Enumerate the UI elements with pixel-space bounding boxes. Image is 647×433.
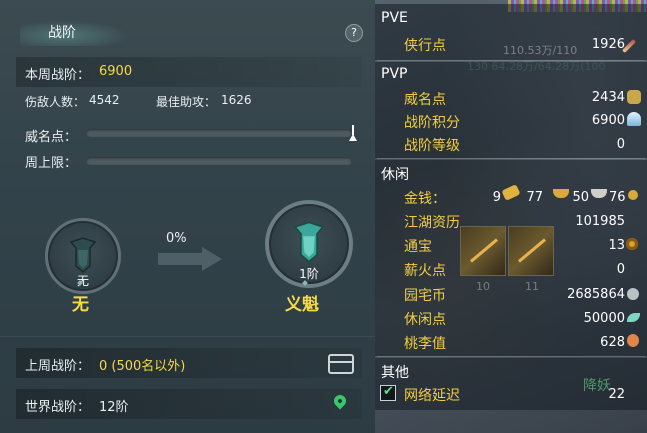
- fame-progress-bar: [86, 129, 352, 137]
- network-latency-checkbox[interactable]: ✔: [380, 384, 396, 401]
- check-icon: ✔: [383, 384, 394, 399]
- weekly-cap-bar: [86, 157, 352, 165]
- money-silver: 77: [526, 190, 543, 205]
- progress-percent: 0%: [166, 231, 187, 246]
- pvp-label-fame: 威名点: [404, 92, 446, 108]
- leisure-title: 休闲: [381, 167, 409, 183]
- leisure-value-tongbao: 13: [608, 238, 625, 253]
- rank-emblem-icon: [293, 221, 325, 264]
- last-week-value: 0 (500名以外): [99, 359, 186, 374]
- coin-icon: [626, 238, 638, 250]
- pvp-label-score: 战阶积分: [404, 115, 460, 131]
- panel-header: 战阶 ?: [0, 16, 375, 46]
- leisure-value-jianghu: 101985: [575, 214, 625, 229]
- pvp-title: PVP: [381, 66, 408, 82]
- skill-slot-11[interactable]: [508, 226, 554, 276]
- current-medal-level: 无: [76, 274, 89, 288]
- rank-emblem-icon: [69, 236, 97, 273]
- money-copper: 50: [572, 190, 589, 205]
- current-medal-name: 无: [72, 295, 89, 315]
- money-coin: 76: [609, 190, 626, 205]
- assist-label: 最佳助攻：: [156, 95, 217, 109]
- next-medal-name: 义魁: [285, 295, 319, 315]
- skill-slot-number: 10: [476, 280, 490, 293]
- reward-chest-icon[interactable]: [328, 354, 354, 374]
- crystal-icon: [627, 112, 641, 126]
- divider: [377, 356, 645, 357]
- pvp-value-level: 0: [616, 137, 625, 152]
- leisure-label-taoli: 桃李值: [404, 336, 446, 352]
- pvp-value-score: 6900: [591, 113, 625, 128]
- pvp-label-level: 战阶等级: [404, 138, 460, 154]
- peach-icon: [627, 334, 639, 347]
- other-title: 其他: [381, 365, 409, 381]
- currency-panel: PVE 侠行点 110.53万/110 1926 130 64.28万/64.2…: [375, 0, 647, 433]
- pve-label-xiaxing: 侠行点: [404, 38, 446, 54]
- next-rank-medal[interactable]: 1阶: [265, 200, 353, 288]
- assist-value: 1626: [221, 93, 252, 107]
- skill-slot-10[interactable]: [460, 226, 506, 276]
- next-medal-level: 1阶: [299, 267, 319, 281]
- leisure-label-xinhuo: 薪火点: [404, 263, 446, 279]
- kills-label: 伤敌人数：: [25, 95, 86, 109]
- money-gold: 9: [492, 190, 501, 205]
- panel-title: 战阶: [48, 25, 76, 41]
- network-latency-label: 网络延迟: [404, 388, 460, 404]
- coin-icon: [628, 190, 638, 200]
- leisure-label-yuanzhai: 园宅币: [404, 288, 446, 304]
- network-latency-value: 22: [608, 387, 625, 402]
- progress-arrow-icon: [158, 247, 222, 271]
- leisure-value-xinhuo: 0: [616, 262, 625, 277]
- fame-label: 威名点：: [25, 130, 78, 145]
- leisure-value-taoli: 628: [600, 335, 625, 350]
- leisure-value-yuanzhai: 2685864: [567, 287, 625, 302]
- leisure-label-jianghu: 江湖资历: [404, 215, 460, 231]
- pve-title: PVE: [381, 10, 408, 26]
- help-icon[interactable]: ?: [345, 24, 363, 42]
- week-rank-label: 本周战阶：: [25, 68, 91, 83]
- divider: [0, 336, 375, 337]
- kills-value: 4542: [89, 93, 120, 107]
- leisure-label-tongbao: 通宝: [404, 239, 432, 255]
- world-rank-label: 世界战阶：: [25, 400, 91, 415]
- battle-rank-panel: 战阶 ? 本周战阶： 6900 伤敌人数： 4542 最佳助攻： 1626 威名…: [0, 0, 375, 433]
- world-rank-value: 12阶: [99, 400, 129, 415]
- pvp-value-fame: 2434: [591, 90, 625, 105]
- fame-token-icon: [627, 90, 641, 104]
- weekly-cap-label: 周上限：: [25, 156, 78, 171]
- pve-value-xiaxing: 1926: [591, 37, 625, 52]
- leisure-value-xiuxian: 50000: [583, 311, 625, 326]
- last-week-label: 上周战阶：: [25, 359, 91, 374]
- divider: [377, 158, 645, 159]
- leisure-label-xiuxian: 休闲点: [404, 312, 446, 328]
- money-label: 金钱：: [404, 191, 446, 207]
- home-coin-icon: [627, 288, 639, 300]
- week-rank-value: 6900: [99, 64, 133, 79]
- fame-marker-icon: [349, 125, 357, 143]
